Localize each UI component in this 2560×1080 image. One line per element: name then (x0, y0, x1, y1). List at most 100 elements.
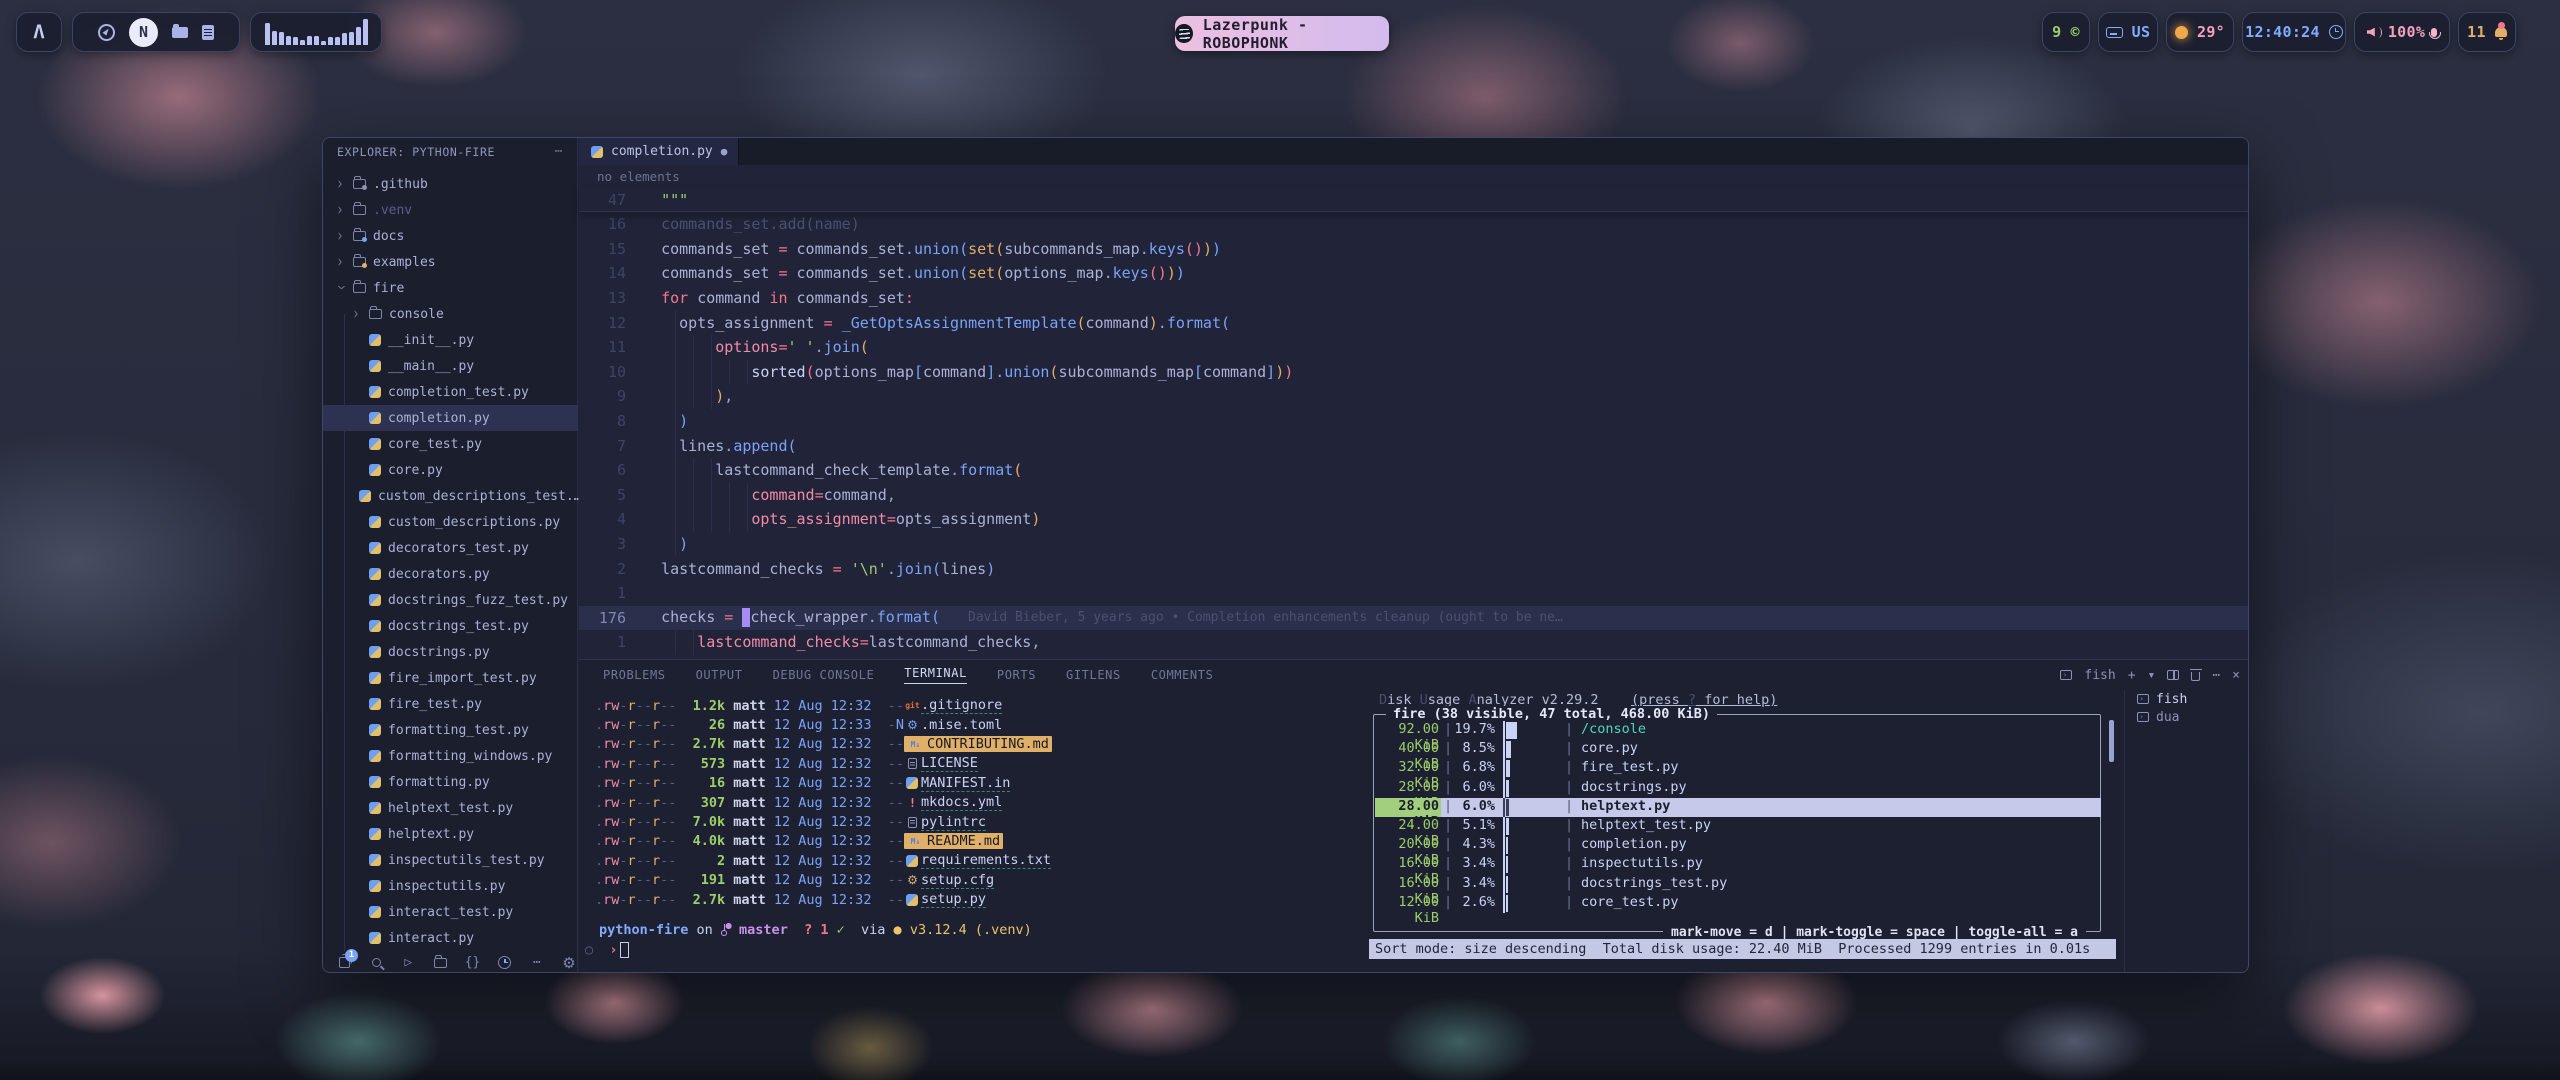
panel-tab-debug-console[interactable]: DEBUG CONSOLE (773, 668, 875, 682)
panel-tab-ports[interactable]: PORTS (997, 668, 1036, 682)
file-name-link[interactable]: requirements.txt (921, 852, 1051, 869)
file-name-link[interactable]: setup.py (921, 891, 986, 908)
tree-item-completion_test.py[interactable]: completion_test.py (323, 379, 578, 405)
file-name-link[interactable]: CONTRIBUTING.md (927, 736, 1049, 752)
dua-row-docstrings.py[interactable]: 28.00 KiB|6.0%|docstrings.py (1375, 779, 2101, 798)
breadcrumb[interactable]: no elements (579, 165, 2249, 188)
tree-item-inspectutils.py[interactable]: inspectutils.py (323, 873, 578, 899)
tree-item-examples[interactable]: ›examples (323, 249, 578, 275)
media-player-pill[interactable]: Lazerpunk - ROBOPHONK (1175, 16, 1389, 51)
dua-percent: 2.6% (1451, 894, 1495, 910)
updates-widget[interactable]: 9 © (2042, 12, 2090, 52)
tree-item-fire_import_test.py[interactable]: fire_import_test.py (323, 665, 578, 691)
files-icon[interactable]: 1 (335, 954, 353, 972)
dua-scrollbar[interactable] (2109, 720, 2114, 762)
gear-icon[interactable]: ⚙ (560, 954, 578, 972)
tree-item-fire[interactable]: ›fire (323, 275, 578, 301)
panel-tab-gitlens[interactable]: GITLENS (1066, 668, 1121, 682)
system-graph-widget[interactable] (250, 12, 382, 52)
braces-icon[interactable]: {} (464, 954, 482, 972)
tree-item-helptext_test.py[interactable]: helptext_test.py (323, 795, 578, 821)
dua-row-completion.py[interactable]: 20.00 KiB|4.3%|completion.py (1375, 836, 2101, 855)
highlighted-file[interactable]: M↓README.md (904, 833, 1003, 849)
tree-item-interact_test.py[interactable]: interact_test.py (323, 899, 578, 925)
launcher-button[interactable]: Λ (16, 12, 62, 52)
tree-item-custom_descriptions.py[interactable]: custom_descriptions.py (323, 509, 578, 535)
kill-terminal-icon[interactable] (2191, 672, 2200, 681)
terminal-dua-pane[interactable]: Disk Usage Analyzer v2.29.2 (press ? for… (1369, 690, 2116, 973)
workspace-compass-icon[interactable] (98, 24, 115, 41)
dua-row-core.py[interactable]: 40.00 KiB|8.5%|core.py (1375, 740, 2101, 759)
python-file-icon (369, 828, 381, 840)
notifications-widget[interactable]: 11 (2458, 12, 2516, 52)
terminal-tab-dua[interactable]: ›dua (2125, 708, 2249, 726)
highlighted-file[interactable]: M↓CONTRIBUTING.md (904, 736, 1052, 752)
dua-row-helptext_test.py[interactable]: 24.00 KiB|5.1%|helptext_test.py (1375, 817, 2101, 836)
split-terminal-icon[interactable] (2167, 670, 2179, 680)
workspace-file-icon[interactable] (202, 25, 214, 40)
more-icon[interactable]: ⋯ (528, 954, 546, 972)
folder-icon[interactable] (431, 954, 449, 972)
dua-row-console[interactable]: 92.00 KiB|19.7%|/console (1375, 721, 2101, 740)
dua-row-fire_test.py[interactable]: 32.00 KiB|6.8%|fire_test.py (1375, 759, 2101, 778)
tree-item-__main__.py[interactable]: __main__.py (323, 353, 578, 379)
panel-tab-problems[interactable]: PROBLEMS (603, 668, 666, 682)
panel-tab-terminal[interactable]: TERMINAL (904, 666, 967, 684)
file-name-link[interactable]: setup.cfg (921, 872, 994, 889)
terminal-tab-fish[interactable]: ›fish (2125, 690, 2249, 708)
workspace-folder-icon[interactable] (172, 27, 188, 38)
weather-widget[interactable]: 29° (2166, 12, 2234, 52)
sticky-scroll-line[interactable]: 47 """ (579, 188, 2249, 212)
terminal-profile-chevron-icon[interactable]: ▾ (2148, 668, 2156, 683)
tree-item-.github[interactable]: ›.github (323, 171, 578, 197)
file-name-link[interactable]: README.md (927, 833, 1000, 849)
dua-row-helptext.py[interactable]: 28.00 KiB|6.0%|helptext.py (1375, 798, 2101, 817)
file-date: 12 Aug 12:32 (766, 814, 888, 830)
clock-widget[interactable]: 12:40:24 (2242, 12, 2346, 52)
dua-row-inspectutils.py[interactable]: 16.00 KiB|3.4%|inspectutils.py (1375, 855, 2101, 874)
terminal-fish-pane[interactable]: .rw-r--r-- 1.2k matt 12 Aug 12:32 -- git… (579, 690, 1361, 973)
tree-item-custom_descriptions_test.[interactable]: custom_descriptions_test.… (323, 483, 578, 509)
tree-item-inspectutils_test.py[interactable]: inspectutils_test.py (323, 847, 578, 873)
clock-icon[interactable] (496, 954, 514, 972)
panel-tab-output[interactable]: OUTPUT (696, 668, 743, 682)
tree-item-.venv[interactable]: ›.venv (323, 197, 578, 223)
tree-item-formatting_windows.py[interactable]: formatting_windows.py (323, 743, 578, 769)
tree-item-formatting_test.py[interactable]: formatting_test.py (323, 717, 578, 743)
tree-item-docstrings_fuzz_test.py[interactable]: docstrings_fuzz_test.py (323, 587, 578, 613)
file-name-link[interactable]: .mise.toml (921, 717, 1002, 733)
tree-item-decorators_test.py[interactable]: decorators_test.py (323, 535, 578, 561)
search-icon[interactable] (367, 954, 385, 972)
tree-item-formatting.py[interactable]: formatting.py (323, 769, 578, 795)
panel-more-icon[interactable]: ⋯ (2212, 668, 2220, 683)
tree-item-docstrings.py[interactable]: docstrings.py (323, 639, 578, 665)
tree-item-core_test.py[interactable]: core_test.py (323, 431, 578, 457)
tree-item-docs[interactable]: ›docs (323, 223, 578, 249)
new-terminal-button[interactable]: + (2128, 668, 2136, 683)
file-name-link[interactable]: MANIFEST.in (921, 775, 1010, 792)
tree-item-__init__.py[interactable]: __init__.py (323, 327, 578, 353)
workspace-active-neovim[interactable]: N (129, 18, 158, 47)
tree-item-interact.py[interactable]: interact.py (323, 925, 578, 951)
file-name-link[interactable]: pylintrc (921, 814, 986, 831)
dua-row-docstrings_test.py[interactable]: 16.00 KiB|3.4%|docstrings_test.py (1375, 875, 2101, 894)
volume-widget[interactable]: 100% (2354, 12, 2450, 52)
tree-item-fire_test.py[interactable]: fire_test.py (323, 691, 578, 717)
explorer-more-icon[interactable]: ⋯ (555, 144, 563, 159)
file-name-link[interactable]: .gitignore (921, 697, 1002, 714)
tree-item-docstrings_test.py[interactable]: docstrings_test.py (323, 613, 578, 639)
debug-icon[interactable]: ▷ (399, 954, 417, 972)
panel-close-icon[interactable]: × (2232, 668, 2240, 683)
file-owner: matt (733, 795, 766, 811)
file-name-link[interactable]: mkdocs.yml (921, 794, 1002, 811)
tree-item-decorators.py[interactable]: decorators.py (323, 561, 578, 587)
tree-item-console[interactable]: ›console (323, 301, 578, 327)
tab-completion-py[interactable]: completion.py ● (579, 138, 739, 165)
file-name-link[interactable]: LICENSE (921, 755, 978, 772)
tree-item-completion.py[interactable]: completion.py (323, 405, 578, 431)
tree-item-core.py[interactable]: core.py (323, 457, 578, 483)
dua-row-core_test.py[interactable]: 12.00 KiB|2.6%|core_test.py (1375, 894, 2101, 913)
panel-tab-comments[interactable]: COMMENTS (1151, 668, 1214, 682)
keyboard-layout-widget[interactable]: US (2098, 12, 2158, 52)
tree-item-helptext.py[interactable]: helptext.py (323, 821, 578, 847)
